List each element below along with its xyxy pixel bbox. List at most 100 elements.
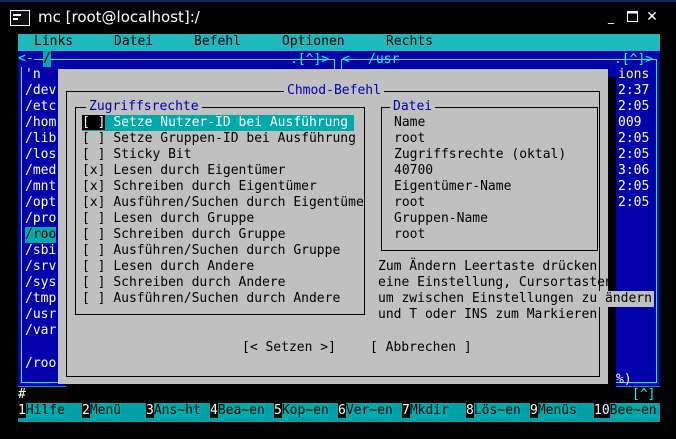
checkbox-mark[interactable]: [ ]	[82, 131, 105, 146]
fkey-9[interactable]: 9Menüs	[530, 403, 577, 419]
fkey-3[interactable]: 3Ans~ht	[146, 403, 201, 419]
file-info-line: Name	[394, 115, 426, 130]
fkey-label[interactable]: Bee~en	[609, 403, 657, 418]
left-file-item[interactable]: /mnt	[25, 179, 56, 195]
command-line[interactable]: # [^]	[18, 387, 660, 403]
permission-checkbox[interactable]: [ ] Schreiben durch Andere	[82, 275, 286, 291]
left-file-item[interactable]: /var	[25, 323, 56, 339]
permission-checkbox[interactable]: [ ] Ausführen/Suchen durch Andere	[82, 291, 340, 307]
help-line: um zwischen Einstellungen zu ändern	[378, 291, 654, 307]
left-file-item[interactable]: /roo	[25, 227, 57, 243]
left-file-item[interactable]: /pro	[25, 211, 56, 227]
close-icon[interactable]: ✕	[646, 10, 658, 24]
fkey-label[interactable]: Kop~en	[281, 403, 329, 418]
left-file-item[interactable]: /med	[25, 163, 56, 179]
help-line: und T oder INS zum Markieren	[378, 307, 598, 322]
fkey-2[interactable]: 2Menü	[82, 403, 122, 419]
left-file-item[interactable]: /dev	[25, 83, 56, 99]
checkbox-mark[interactable]: [ ]	[82, 243, 105, 258]
permission-checkbox[interactable]: [ ] Sticky Bit	[82, 147, 192, 163]
fkey-label[interactable]: Mkdir	[409, 403, 449, 418]
fkey-number: 8	[466, 403, 474, 418]
right-panel-path[interactable]: /usr	[368, 52, 399, 68]
left-file-item[interactable]: /tmp	[25, 291, 56, 307]
menu-rechts[interactable]: Rechts	[386, 34, 433, 50]
permission-checkbox[interactable]: [x] Ausführen/Suchen durch Eigentüme	[82, 195, 364, 211]
right-file-time: 2:05	[618, 179, 650, 194]
left-file-item[interactable]: /lib	[25, 131, 56, 147]
setzen-button[interactable]: [< Setzen >]	[242, 340, 336, 356]
left-file-item[interactable]: /sys	[25, 275, 56, 291]
left-file-item[interactable]: /sbi	[25, 243, 56, 259]
right-file-time: 2:05	[618, 195, 650, 210]
checkbox-mark[interactable]: [ ]	[82, 291, 105, 306]
fkey-5[interactable]: 5Kop~en	[274, 403, 329, 419]
left-file-item[interactable]: /los	[25, 147, 56, 163]
right-file-time: 009	[618, 115, 642, 130]
permission-checkbox[interactable]: [x] Lesen durch Eigentümer	[82, 163, 286, 179]
fkey-6[interactable]: 6Ver~en	[338, 403, 393, 419]
checkbox-mark[interactable]: [ ]	[82, 147, 105, 162]
menu-links[interactable]: Links	[34, 34, 73, 50]
right-panel-header-left[interactable]: <-	[342, 52, 358, 68]
permission-label: Ausführen/Suchen durch Gruppe	[113, 243, 341, 258]
permission-checkbox[interactable]: [ ] Lesen durch Gruppe	[82, 211, 254, 227]
checkbox-mark[interactable]: [x]	[82, 163, 105, 178]
checkbox-mark[interactable]: [ ]	[82, 259, 105, 274]
permission-label: Lesen durch Andere	[113, 259, 255, 274]
fkey-label[interactable]: Bea~en	[217, 403, 265, 418]
checkbox-mark[interactable]: [ ]	[82, 275, 105, 290]
fkey-7[interactable]: 7Mkdir	[402, 403, 449, 419]
minimize-icon[interactable]: _	[605, 11, 617, 23]
help-line: eine Einstellung, Cursortasten	[378, 275, 613, 290]
permission-checkbox[interactable]: [x] Schreiben durch Eigentümer	[82, 179, 317, 195]
permission-checkbox[interactable]: [ ] Ausführen/Suchen durch Gruppe	[82, 243, 340, 259]
fkey-number: 2	[82, 403, 90, 418]
fkey-8[interactable]: 8Lös~en	[466, 403, 521, 419]
menu-optionen[interactable]: Optionen	[282, 34, 345, 50]
fkey-label[interactable]: Lös~en	[473, 403, 521, 418]
right-panel-header-right[interactable]: .[^]>	[614, 52, 653, 68]
left-file-item[interactable]: /srv	[25, 259, 56, 275]
menu-datei[interactable]: Datei	[114, 34, 153, 50]
maximize-icon[interactable]	[626, 11, 638, 23]
permission-label: Schreiben durch Andere	[113, 275, 286, 290]
left-file-item[interactable]: /etc	[25, 99, 56, 115]
permission-checkbox[interactable]: [ ] Schreiben durch Gruppe	[82, 227, 286, 243]
fkey-number: 3	[146, 403, 154, 418]
fkey-label[interactable]: Hilfe	[25, 403, 65, 418]
fkey-number: 5	[274, 403, 282, 418]
checkbox-mark[interactable]: [ ]	[82, 115, 106, 130]
window-titlebar: mc [root@localhost]:/ _ ✕	[0, 0, 676, 30]
left-file-item[interactable]: /usr	[25, 307, 56, 323]
fkey-label[interactable]: Ver~en	[345, 403, 393, 418]
permission-checkbox[interactable]: [ ] Setze Gruppen-ID bei Ausführung	[82, 131, 356, 147]
fkey-10[interactable]: 10Bee~en	[594, 403, 657, 419]
menu-befehl[interactable]: Befehl	[194, 34, 241, 50]
cmdline-hint[interactable]: [^]	[632, 387, 655, 403]
permission-checkbox[interactable]: [ ] Lesen durch Andere	[82, 259, 254, 275]
left-panel-header-right[interactable]: .[^]>	[290, 52, 329, 68]
permissions-title: Zugriffsrechte	[86, 99, 202, 115]
permission-label: Schreiben durch Gruppe	[113, 227, 286, 242]
checkbox-mark[interactable]: [ ]	[82, 211, 105, 226]
left-panel-path[interactable]: /	[43, 51, 51, 67]
fkey-label[interactable]: Menüs	[537, 403, 577, 418]
permission-label: Setze Nutzer-ID bei Ausführung	[113, 115, 349, 130]
left-file-item[interactable]: /opt	[25, 195, 56, 211]
fkey-label[interactable]: Ans~ht	[153, 403, 201, 418]
left-file-item[interactable]: /hom	[25, 115, 56, 131]
checkbox-mark[interactable]: [x]	[82, 179, 105, 194]
abbrechen-button[interactable]: [ Abbrechen ]	[370, 340, 472, 356]
left-file-item[interactable]: 'n	[25, 67, 41, 83]
fkey-1[interactable]: 1Hilfe	[18, 403, 65, 419]
fkey-label[interactable]: Menü	[89, 403, 122, 418]
permission-checkbox[interactable]: [ ] Setze Nutzer-ID bei Ausführung	[82, 115, 354, 131]
left-panel-header-left[interactable]: <-	[18, 51, 34, 67]
menubar: Links Datei Befehl Optionen Rechts	[18, 34, 660, 51]
permission-label: Setze Gruppen-ID bei Ausführung	[113, 131, 356, 146]
checkbox-mark[interactable]: [ ]	[82, 227, 105, 242]
checkbox-mark[interactable]: [x]	[82, 195, 105, 210]
fkey-4[interactable]: 4Bea~en	[210, 403, 265, 419]
right-file-time: 2:05	[618, 131, 650, 146]
